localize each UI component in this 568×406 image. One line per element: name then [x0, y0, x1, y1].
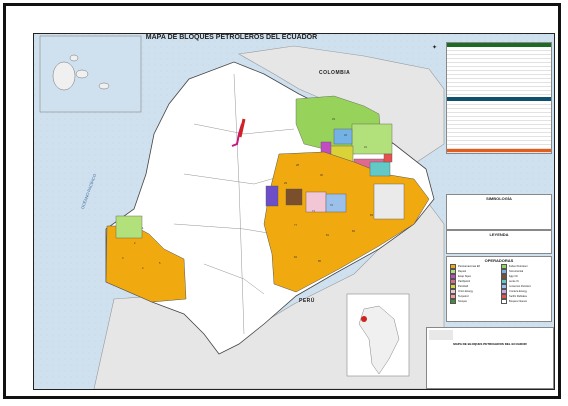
- block-teal: [369, 161, 391, 177]
- operator-label: Bloques Nuevos: [508, 300, 528, 303]
- isabela-island: [52, 61, 76, 91]
- north-arrow-icon: ✦: [432, 45, 438, 51]
- symbology-legend: SIMBOLOGÍA: [446, 194, 552, 230]
- operators-legend: OPERADORAS Petroamazonas EP Andes Petrole…: [446, 256, 552, 322]
- ecuador-locator-dot: [361, 316, 367, 322]
- block-number-2: 2: [134, 242, 136, 245]
- block-number-75: 72: [330, 204, 333, 207]
- operator-label: Andes Petroleum: [508, 265, 529, 268]
- block-number-31: 31: [364, 146, 367, 149]
- operator-label: Pacifpetrol: [458, 280, 471, 283]
- block-light-grey: [373, 183, 405, 220]
- block-number-1: 1: [142, 227, 144, 230]
- peru-label: PERÚ: [299, 298, 315, 304]
- operator-item: Bloques Nuevos: [500, 299, 549, 304]
- block-number-79: 77: [294, 224, 297, 227]
- operator-label: Gente Oil: [508, 280, 520, 283]
- block-red-small: [383, 153, 393, 163]
- symbology-title: SIMBOLOGÍA: [486, 196, 512, 201]
- footer-title: MAPA DE BLOQUES PETROLEROS DEL ECUADOR: [453, 342, 527, 346]
- block-number-4: 4: [142, 267, 144, 270]
- block-number-87: 85: [318, 260, 321, 263]
- locator-title: LEYENDA: [489, 232, 509, 237]
- santiago-island: [69, 54, 79, 62]
- operator-label: Orion Energy: [458, 290, 474, 293]
- operator-label: Enap Sipec: [458, 275, 472, 278]
- operator-label: Petrobell: [458, 285, 469, 288]
- colombia-label: COLOMBIA: [319, 70, 351, 76]
- block-table: [446, 42, 552, 154]
- block-light-pink: [305, 191, 327, 213]
- block-number-85: 83: [370, 214, 373, 217]
- operator-label: Sinopec: [458, 300, 468, 303]
- operator-label: Agip Oil: [508, 275, 518, 278]
- block-blue: [333, 128, 353, 145]
- map-frame: MAPA DE BLOQUES PETROLEROS DEL ECUADOR C…: [3, 3, 561, 399]
- block-number-5: 5: [159, 262, 161, 265]
- operator-label: Petroamazonas EP: [458, 265, 481, 268]
- san-cristobal-island: [98, 82, 110, 90]
- block-number-28: 28: [296, 164, 299, 167]
- block-cyan: [325, 193, 347, 213]
- block-number-3: 3: [122, 257, 124, 260]
- block-purple: [265, 185, 279, 207]
- block-number-86: 84: [294, 256, 297, 259]
- operator-label: Tecpetrol: [458, 295, 469, 298]
- operator-label: Repsol: [458, 270, 467, 273]
- operator-label: Frontera Energy: [508, 290, 528, 293]
- locator-legend: LEYENDA: [446, 230, 552, 254]
- operator-item: Sinopec: [450, 299, 498, 304]
- block-number-33: 33: [332, 118, 335, 121]
- block-number-30: 30: [320, 174, 323, 177]
- block-number-74: 71: [312, 210, 315, 213]
- block-number-83: 81: [326, 234, 329, 237]
- block-number-32: 32: [344, 134, 347, 137]
- map-title: MAPA DE BLOQUES PETROLEROS DEL ECUADOR: [145, 34, 318, 41]
- operator-label: Consorcio Petrolero: [508, 285, 532, 288]
- map-footer-box: MAPA DE BLOQUES PETROLEROS DEL ECUADOR: [426, 327, 554, 389]
- footer-logo: [429, 330, 453, 340]
- block-green-east: [351, 123, 393, 155]
- santa-cruz-island: [75, 69, 89, 79]
- block-green-coast: [115, 215, 143, 239]
- map-canvas: MAPA DE BLOQUES PETROLEROS DEL ECUADOR C…: [33, 33, 555, 390]
- block-brown: [285, 188, 303, 206]
- operator-label: Pacific Rubiales: [508, 295, 527, 298]
- block-number-29: 29: [284, 182, 287, 185]
- operator-swatch: [500, 299, 507, 304]
- block-number-84: 82: [352, 230, 355, 233]
- operator-label: Petrooriental: [508, 270, 524, 273]
- operator-swatch: [450, 299, 456, 304]
